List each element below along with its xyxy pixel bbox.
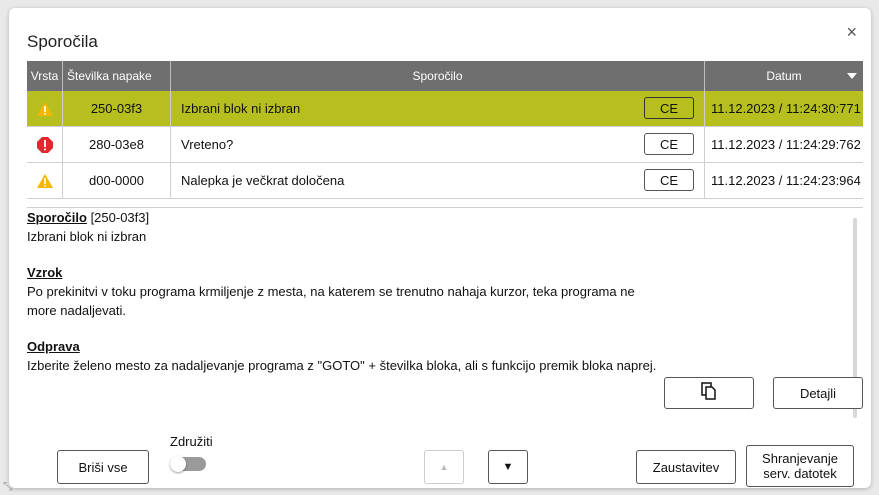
row-message: Nalepka je večkrat določena CE (171, 163, 705, 198)
save-service-files-button[interactable]: Shranjevanje serv. datotek (746, 445, 854, 487)
copy-button[interactable] (664, 377, 754, 409)
warning-icon (27, 163, 63, 198)
detail-message-code: [250-03f3] (86, 210, 150, 225)
header-type[interactable]: Vrsta (27, 61, 63, 91)
message-detail-panel: Sporočilo [250-03f3] Izbrani blok ni izb… (27, 207, 863, 424)
row-message: Vreteno? CE (171, 127, 705, 162)
header-date-label: Datum (766, 69, 802, 83)
row-message-text: Nalepka je večkrat določena (181, 173, 345, 188)
close-icon[interactable]: × (846, 22, 857, 43)
table-header: Vrsta Številka napake Sporočilo Datum (27, 61, 863, 91)
dialog-footer: Briši vse Združiti ▲ ▼ Zaustavitev Shran… (9, 433, 871, 488)
warning-icon (27, 91, 63, 126)
dialog-title: Sporočila (27, 32, 98, 51)
detail-message-text: Izbrani blok ni izbran (27, 229, 147, 244)
row-number: 280-03e8 (63, 127, 171, 162)
detail-fix-text: Izberite želeno mesto za nadaljevanje pr… (27, 358, 657, 373)
row-date: 11.12.2023 / 11:24:29:762 (711, 137, 861, 152)
detail-fix-heading: Odprava (27, 339, 80, 354)
sort-desc-icon (847, 73, 857, 79)
row-message-text: Vreteno? (181, 137, 234, 152)
row-number: d00-0000 (63, 163, 171, 198)
details-button[interactable]: Detajli (773, 377, 863, 409)
down-button[interactable]: ▼ (488, 450, 528, 484)
error-icon (27, 127, 63, 162)
resize-icon[interactable]: ⤡ (3, 479, 13, 494)
row-message-text: Izbrani blok ni izbran (181, 101, 301, 116)
row-message: Izbrani blok ni izbran CE (171, 91, 705, 126)
copy-icon (701, 381, 717, 405)
row-number: 250-03f3 (63, 91, 171, 126)
header-message[interactable]: Sporočilo (171, 61, 705, 91)
ce-button[interactable]: CE (644, 169, 694, 191)
table-row[interactable]: 250-03f3 Izbrani blok ni izbran CE 11.12… (27, 91, 863, 127)
detail-message-heading: Sporočilo (27, 210, 87, 225)
ce-button[interactable]: CE (644, 133, 694, 155)
toggle-knob (170, 456, 186, 472)
merge-toggle[interactable] (170, 456, 206, 472)
pause-button[interactable]: Zaustavitev (636, 450, 736, 484)
up-button[interactable]: ▲ (424, 450, 464, 484)
arrow-up-icon: ▲ (439, 461, 449, 472)
detail-cause-heading: Vzrok (27, 265, 63, 280)
detail-content: Sporočilo [250-03f3] Izbrani blok ni izb… (27, 208, 667, 375)
detail-message-line: Sporočilo [250-03f3] (27, 208, 667, 227)
header-number[interactable]: Številka napake (63, 61, 171, 91)
table-row[interactable]: d00-0000 Nalepka je večkrat določena CE … (27, 163, 863, 199)
detail-cause-text: Po prekinitvi v toku programa krmiljenje… (27, 284, 635, 318)
messages-table: Vrsta Številka napake Sporočilo Datum 25… (27, 61, 863, 199)
merge-label: Združiti (170, 434, 213, 449)
row-date: 11.12.2023 / 11:24:30:771 (711, 101, 861, 116)
arrow-down-icon: ▼ (502, 460, 514, 473)
ce-button[interactable]: CE (644, 97, 694, 119)
row-date: 11.12.2023 / 11:24:23:964 (711, 173, 861, 188)
table-row[interactable]: 280-03e8 Vreteno? CE 11.12.2023 / 11:24:… (27, 127, 863, 163)
delete-all-button[interactable]: Briši vse (57, 450, 149, 484)
header-date[interactable]: Datum (705, 61, 863, 91)
messages-dialog: Sporočila × Vrsta Številka napake Sporoč… (9, 8, 871, 488)
